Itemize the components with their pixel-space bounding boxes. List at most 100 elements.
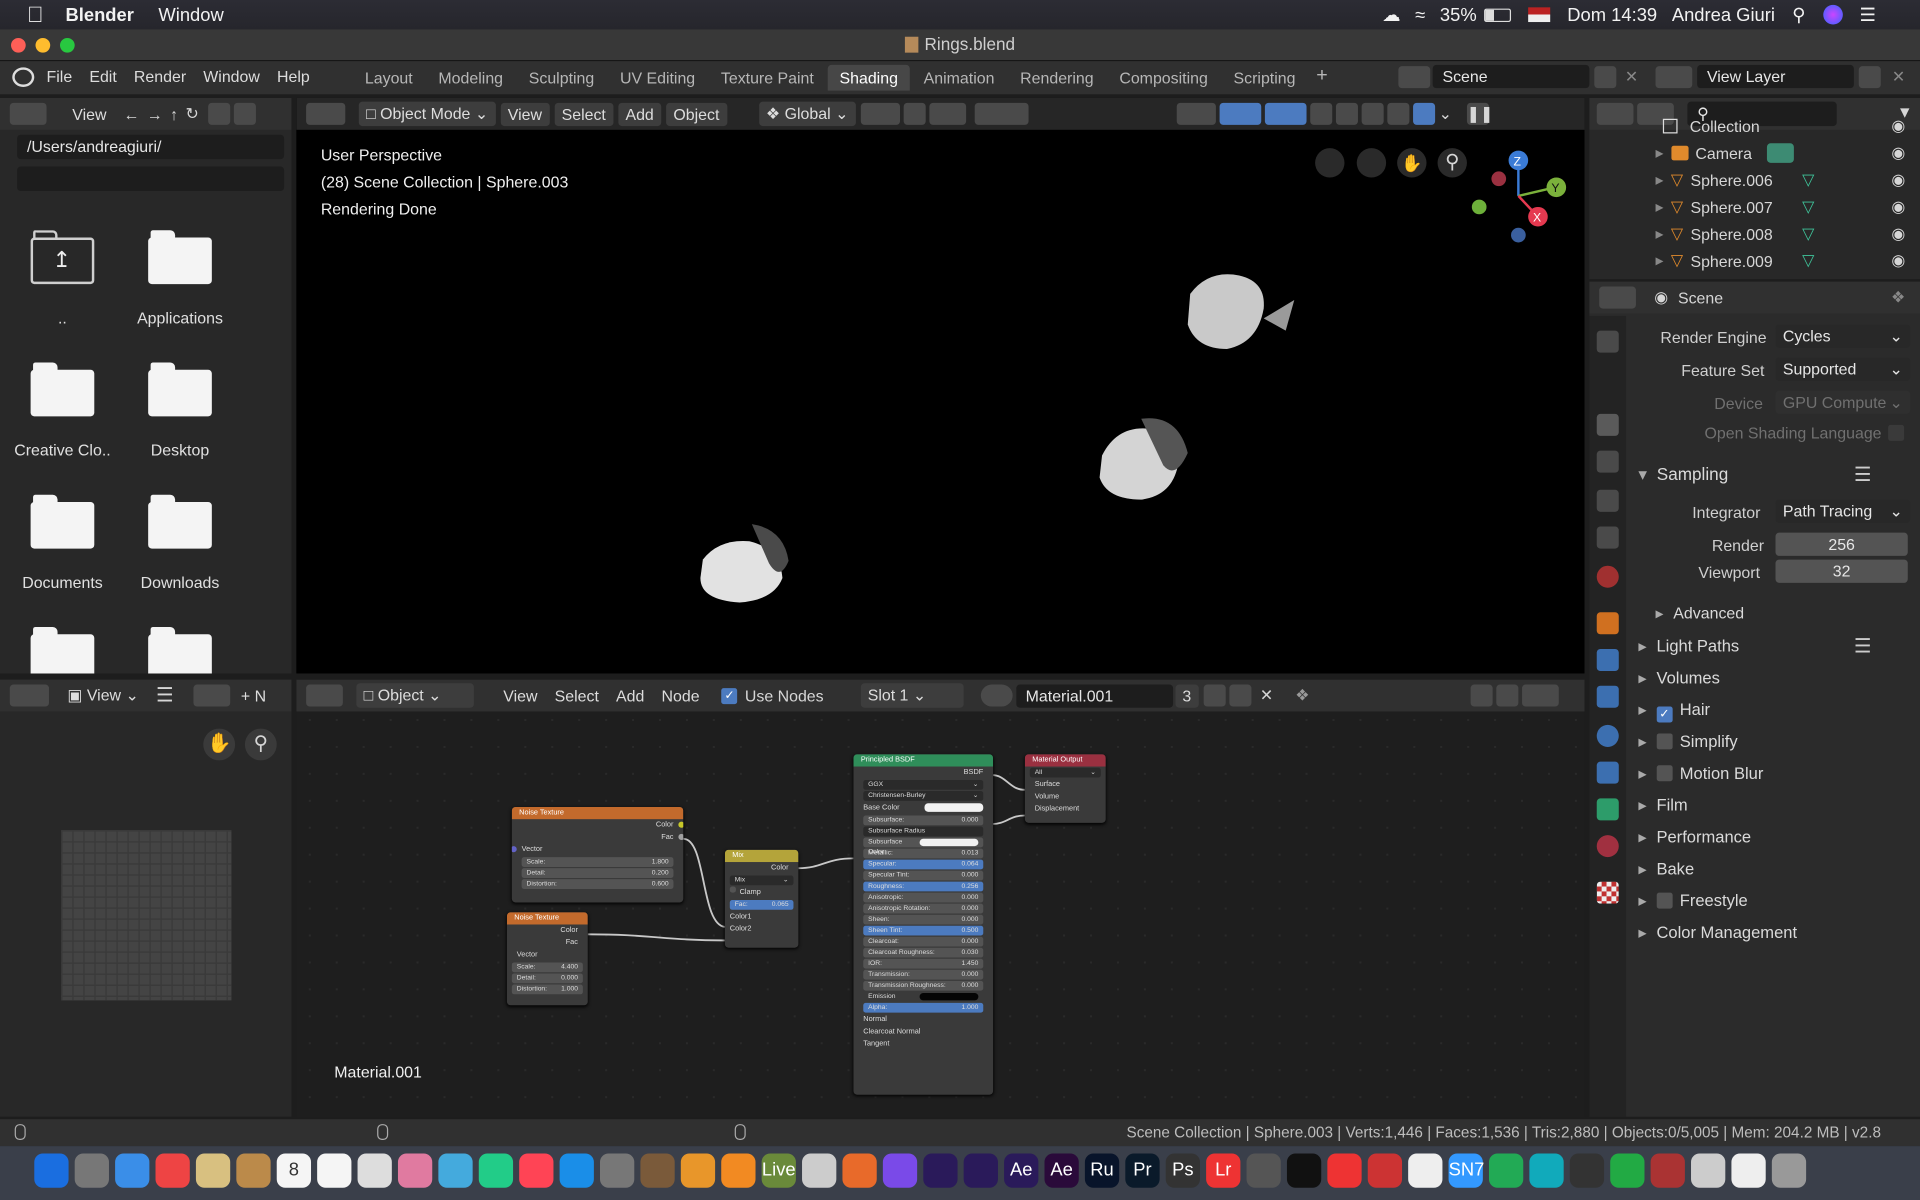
socket-color[interactable]: Color [725,862,798,874]
creative-cloud-icon[interactable]: ☁ [1382,4,1400,26]
bsdf-input-row[interactable]: Anisotropic: 0.000 [863,892,984,903]
dock-app-icon[interactable] [1286,1153,1322,1188]
tab-layout[interactable]: Layout [353,65,425,91]
socket-bsdf[interactable]: BSDF [853,767,993,779]
noise-texture-node[interactable]: Noise Texture Color Fac Vector Scale: 1.8… [511,806,684,903]
bsdf-input-row[interactable]: Alpha: 1.000 [863,1002,984,1013]
distribution-dropdown[interactable]: GGX ⌄ [863,780,984,790]
mesh-data-icon[interactable]: ▽ [1802,251,1814,271]
section-motion-blur[interactable]: ▸ Motion Blur [1638,764,1763,784]
dock-app-icon[interactable] [155,1153,190,1188]
parent-folder-icon[interactable]: ↥ [30,230,95,285]
bsdf-input-row[interactable]: Subsurface: 0.000 [863,815,984,826]
render-menu[interactable]: Render [134,67,186,85]
eye-icon[interactable]: ◉ [1891,143,1905,163]
output-tab-icon[interactable] [1596,450,1619,473]
dock-app-icon[interactable] [115,1153,150,1188]
socket-color2[interactable]: Color2 [725,923,798,935]
physics-tab-icon[interactable] [1596,724,1619,747]
file-view-menu[interactable]: View [65,102,114,125]
bsdf-input-row[interactable]: Roughness: 0.256 [863,881,984,892]
folder-icon[interactable] [30,494,95,549]
bsdf-input-row[interactable]: Transmission: 0.000 [863,969,984,980]
socket-vector[interactable]: Vector [507,949,588,961]
user-name[interactable]: Andrea Giuri [1672,4,1775,25]
dock-app-icon[interactable] [438,1153,473,1188]
dock-app-icon[interactable] [963,1153,998,1188]
socket-color[interactable]: Color [512,819,684,831]
bsdf-input-row[interactable]: Sheen Tint: 0.500 [863,925,984,936]
add-workspace-button[interactable]: + [1309,65,1335,91]
section-hair[interactable]: ▸ ✓ Hair [1638,700,1710,723]
dock-app-icon[interactable]: Lr [1206,1153,1241,1188]
particles-tab-icon[interactable] [1596,685,1619,708]
socket-color[interactable]: Color [507,924,588,936]
socket-color1[interactable]: Color1 [725,911,798,923]
camera-data-icon[interactable] [1766,143,1794,163]
target-dropdown[interactable]: All ⌄ [1029,767,1101,778]
dock-app-icon[interactable] [1610,1153,1645,1188]
dock-app-icon[interactable] [397,1153,433,1188]
render-samples-field[interactable]: 256 [1775,532,1908,556]
osl-checkbox[interactable] [1888,424,1905,441]
texture-tab-icon[interactable] [1596,881,1619,904]
folder-icon[interactable] [30,362,95,417]
dock-app-icon[interactable] [1771,1153,1807,1188]
dock-app-icon[interactable] [1731,1153,1766,1188]
bsdf-input-row[interactable]: Subsurface Radius [863,826,984,837]
mix-rgb-node[interactable]: Mix Color Mix ⌄ Clamp Fac: 0.065 Color1 Co… [724,849,799,948]
bsdf-input-row[interactable]: Clearcoat: 0.000 [863,936,984,947]
bsdf-input-row[interactable]: IOR: 1.450 [863,958,984,969]
dock-app-icon[interactable]: SN7 [1448,1153,1484,1188]
sampling-panel-header[interactable]: ▾ Sampling [1638,464,1728,485]
dock-app-icon[interactable] [1327,1153,1362,1188]
folder-icon[interactable] [148,494,212,549]
socket-vector[interactable]: Vector [511,844,683,856]
notification-center-icon[interactable]: ☰ [1859,4,1875,26]
socket-normal[interactable]: Normal [853,1014,993,1026]
dock-app-icon[interactable] [1488,1153,1524,1188]
siri-icon[interactable] [1822,4,1843,25]
tab-animation[interactable]: Animation [911,65,1006,91]
parent-dir-icon[interactable]: ↑ [170,105,178,123]
node-field[interactable]: Detail: 0.000 [511,973,583,984]
dock-app-icon[interactable]: Live [761,1153,796,1188]
folder-icon[interactable] [148,362,212,417]
socket-tangent[interactable]: Tangent [853,1038,993,1050]
path-field[interactable]: /Users/andreagiuri/ [17,134,285,160]
outliner-row[interactable]: ▸ ▽ Sphere.006 ▽ ◉ [1589,167,1920,194]
section-simplify[interactable]: ▸ Simplify [1638,732,1737,752]
section-bake[interactable]: ▸ Bake [1638,860,1694,880]
dock-app-icon[interactable] [1691,1153,1726,1188]
bsdf-input-row[interactable]: Emission [863,992,983,1002]
bsdf-input-row[interactable]: Specular Tint: 0.000 [863,870,984,881]
section-color-management[interactable]: ▸ Color Management [1638,923,1797,943]
principled-bsdf-node[interactable]: Principled BSDF BSDF GGX ⌄ Christensen-Bu… [853,754,994,1095]
outliner-row[interactable]: ▸ Camera ◉ [1589,140,1920,167]
view-layer-browse-icon[interactable] [1655,66,1693,89]
image-view-menu[interactable]: ▣ View ⌄ [60,683,146,707]
hand-pan-icon[interactable]: ✋ [203,728,236,761]
clamp-checkbox[interactable]: Clamp [725,886,798,899]
scene-selector[interactable]: Scene [1432,64,1590,89]
socket-clearcoat-normal[interactable]: Clearcoat Normal [853,1026,993,1038]
freestyle-checkbox[interactable] [1656,892,1673,909]
dock-app-icon[interactable]: Ps [1165,1153,1200,1188]
tab-uv-editing[interactable]: UV Editing [608,65,708,91]
node-field[interactable]: Fac: 0.065 [729,900,794,910]
noise-texture-node[interactable]: Noise Texture Color Fac Vector Scale: 4.4… [506,912,588,1006]
outliner-row[interactable]: ▸ ▽ Sphere.009 ▽ ◉ [1589,247,1920,274]
editor-type-icon[interactable] [1599,286,1636,309]
device-dropdown[interactable]: GPU Compute ⌄ [1775,390,1911,414]
dock-app-icon[interactable] [236,1153,271,1188]
section-light-paths[interactable]: ▸ Light Paths [1638,637,1739,657]
window-menu[interactable]: Window [158,4,223,25]
tab-shading[interactable]: Shading [827,64,911,91]
feature-set-dropdown[interactable]: Supported ⌄ [1775,357,1911,381]
dock-app-icon[interactable] [842,1153,877,1188]
socket-fac[interactable]: Fac [507,937,588,949]
editor-type-icon[interactable] [9,684,49,707]
edit-menu[interactable]: Edit [89,67,116,85]
material-output-node[interactable]: Material Output All ⌄ Surface Volume Disp… [1024,754,1106,823]
bsdf-input-row[interactable]: Transmission Roughness: 0.000 [863,980,984,991]
